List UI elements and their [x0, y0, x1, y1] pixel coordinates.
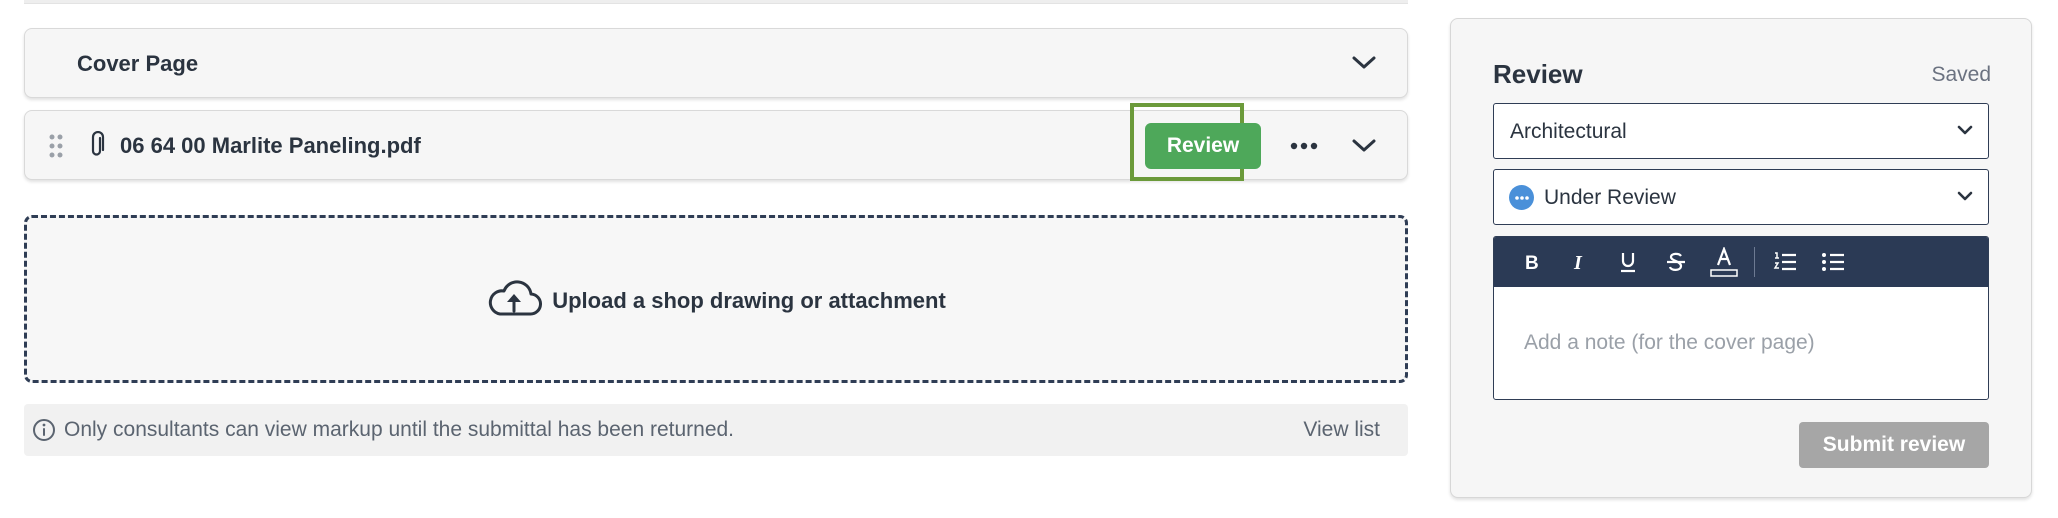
- status-select[interactable]: Under Review: [1493, 169, 1989, 225]
- chevron-down-icon: [1954, 185, 1976, 212]
- bullet-list-icon[interactable]: [1809, 242, 1857, 282]
- note-editor: B I Add a note (for the cover page): [1493, 236, 1989, 400]
- note-input[interactable]: Add a note (for the cover page): [1524, 331, 1815, 355]
- review-panel: Review Saved Architectural Under Review …: [1450, 18, 2032, 498]
- submit-review-button[interactable]: Submit review: [1799, 422, 1989, 468]
- cloud-upload-icon: [486, 278, 543, 323]
- status-select-value: Under Review: [1544, 186, 1676, 209]
- svg-text:I: I: [1573, 252, 1583, 272]
- italic-icon[interactable]: I: [1556, 242, 1604, 282]
- review-button[interactable]: Review: [1145, 123, 1261, 169]
- markup-notice: Only consultants can view markup until t…: [24, 404, 1408, 456]
- under-review-status-icon: [1509, 185, 1534, 210]
- discipline-select-value: Architectural: [1510, 120, 1627, 143]
- chevron-down-icon: [1954, 119, 1976, 146]
- more-options-icon[interactable]: [1287, 131, 1321, 161]
- toolbar-divider: [1754, 247, 1755, 277]
- upload-dropzone[interactable]: Upload a shop drawing or attachment: [24, 215, 1408, 383]
- info-icon: [32, 418, 56, 447]
- chevron-down-icon[interactable]: [1349, 131, 1379, 161]
- bold-icon[interactable]: B: [1508, 242, 1556, 282]
- svg-text:B: B: [1525, 253, 1539, 272]
- drag-handle-icon[interactable]: [49, 134, 63, 163]
- notice-text: Only consultants can view markup until t…: [64, 418, 735, 441]
- editor-toolbar: B I: [1494, 237, 1988, 287]
- cover-page-title: Cover Page: [77, 51, 199, 76]
- save-status: Saved: [1931, 63, 1991, 86]
- cover-page-section[interactable]: Cover Page: [24, 28, 1408, 98]
- paperclip-icon: [89, 130, 105, 164]
- top-divider: [24, 0, 1408, 4]
- upload-label: Upload a shop drawing or attachment: [552, 287, 946, 313]
- view-list-link[interactable]: View list: [1303, 418, 1380, 442]
- attachment-file-name[interactable]: 06 64 00 Marlite Paneling.pdf: [120, 133, 421, 159]
- attachment-row: 06 64 00 Marlite Paneling.pdf Review: [24, 103, 1408, 181]
- strikethrough-icon[interactable]: [1652, 242, 1700, 282]
- underline-icon[interactable]: [1604, 242, 1652, 282]
- ordered-list-icon[interactable]: [1761, 242, 1809, 282]
- text-color-icon[interactable]: [1700, 242, 1748, 282]
- review-panel-title: Review: [1493, 59, 1583, 89]
- discipline-select[interactable]: Architectural: [1493, 103, 1989, 159]
- chevron-down-icon[interactable]: [1349, 48, 1379, 78]
